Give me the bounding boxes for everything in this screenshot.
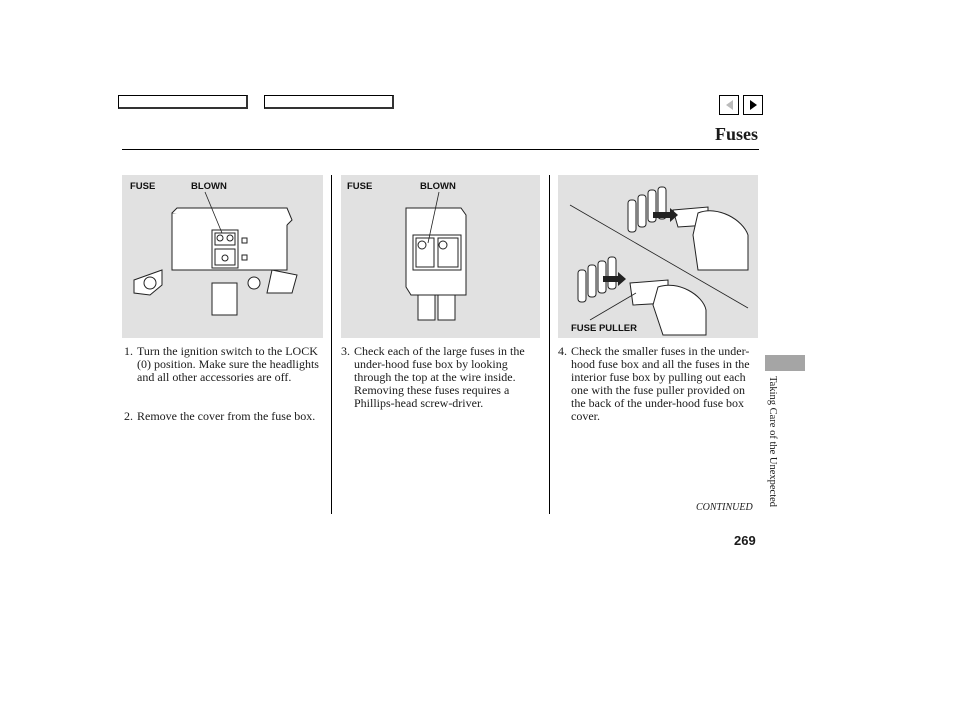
- figure-fuse-cartridge: FUSE BLOWN: [341, 175, 540, 338]
- step-item: 4. Check the smaller fuses in the under-…: [558, 345, 758, 423]
- blown-label: BLOWN: [420, 181, 456, 192]
- fuse-label: FUSE: [347, 181, 373, 192]
- page-title: Fuses: [714, 124, 758, 144]
- column-divider: [549, 175, 550, 514]
- section-title: Taking Care of the Unexpected: [767, 376, 778, 508]
- step-number: 4.: [558, 344, 567, 358]
- step-item: 2. Remove the cover from the fuse box.: [124, 410, 324, 423]
- step-text: Turn the ignition switch to the LOCK (0)…: [137, 344, 319, 384]
- section-tab[interactable]: [765, 355, 805, 371]
- step-number: 1.: [124, 344, 133, 358]
- step-number: 2.: [124, 409, 133, 423]
- previous-page-button[interactable]: [719, 95, 739, 115]
- page-number: 269: [734, 533, 756, 548]
- step-number: 3.: [341, 344, 350, 358]
- fuse-puller-illustration: [569, 186, 749, 336]
- title-divider: [122, 149, 759, 150]
- next-page-button[interactable]: [743, 95, 763, 115]
- blown-label: BLOWN: [191, 181, 227, 192]
- triangle-left-icon: [725, 100, 733, 110]
- fuse-label: FUSE: [130, 181, 156, 192]
- step-text: Check each of the large fuses in the und…: [354, 344, 525, 410]
- step-item: 1. Turn the ignition switch to the LOCK …: [124, 345, 324, 384]
- step-item: 3. Check each of the large fuses in the …: [341, 345, 546, 410]
- triangle-right-icon: [749, 100, 757, 110]
- column-divider: [331, 175, 332, 514]
- section-side-label: Taking Care of the Unexpected: [762, 376, 782, 526]
- step-text: Check the smaller fuses in the under-hoo…: [571, 344, 750, 423]
- figure-fuse-puller: FUSE PULLER: [558, 175, 758, 338]
- nav-box-index[interactable]: [264, 95, 394, 109]
- fuse-large-illustration: [133, 191, 298, 316]
- fuse-cartridge-illustration: [405, 191, 467, 321]
- fuse-puller-label: FUSE PULLER: [571, 323, 637, 334]
- continued-note: CONTINUED: [696, 502, 753, 513]
- step-text: Remove the cover from the fuse box.: [137, 409, 316, 423]
- figure-fuse-box-large: FUSE BLOWN: [122, 175, 323, 338]
- nav-box-contents[interactable]: [118, 95, 248, 109]
